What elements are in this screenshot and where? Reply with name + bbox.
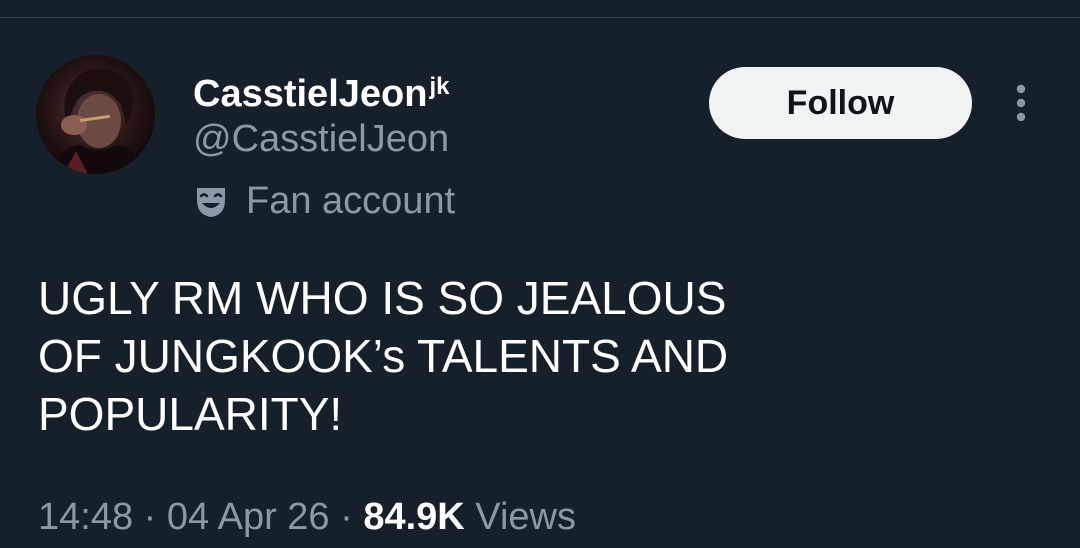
tweet-view: CasstielJeonjk @CasstielJeon Fan account… xyxy=(0,0,1080,548)
views-count[interactable]: 84.9K xyxy=(363,496,464,538)
display-name-text: CasstielJeon xyxy=(193,73,428,115)
display-name[interactable]: CasstielJeonjk xyxy=(193,64,449,117)
views-label: Views xyxy=(464,496,576,538)
account-label-text: Fan account xyxy=(246,180,456,222)
account-label: Fan account xyxy=(192,176,455,226)
tweet-date[interactable]: 04 Apr 26 xyxy=(167,496,330,538)
meta-separator: · xyxy=(329,496,364,538)
user-handle[interactable]: @CasstielJeon xyxy=(193,116,449,162)
more-options-button[interactable] xyxy=(1001,80,1041,126)
more-vertical-icon xyxy=(1016,84,1026,122)
meta-separator: · xyxy=(133,496,167,538)
top-divider xyxy=(0,17,1080,18)
avatar[interactable] xyxy=(36,55,155,174)
tweet-text: UGLY RM WHO IS SO JEALOUS OF JUNGKOOK’s … xyxy=(38,272,729,440)
display-name-suffix: jk xyxy=(429,73,450,100)
theater-mask-icon xyxy=(192,182,230,220)
tweet-time[interactable]: 14:48 xyxy=(38,496,133,538)
follow-button[interactable]: Follow xyxy=(709,67,972,139)
avatar-photo xyxy=(50,68,144,174)
tweet-meta: 14:48 · 04 Apr 26 · 84.9K Views xyxy=(38,494,576,540)
